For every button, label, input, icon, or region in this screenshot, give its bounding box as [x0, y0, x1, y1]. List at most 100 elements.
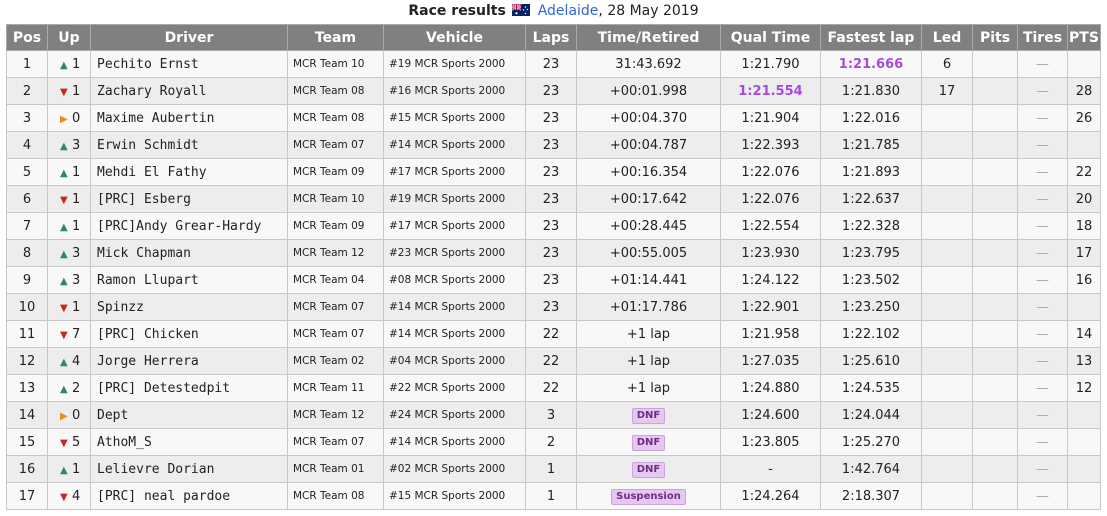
- col-header-time[interactable]: Time/Retired: [576, 24, 721, 51]
- cell-tires: —: [1017, 401, 1068, 429]
- cell-led: [921, 131, 973, 159]
- cell-laps: 1: [525, 455, 577, 483]
- col-header-pits[interactable]: Pits: [972, 24, 1018, 51]
- cell-pos: 9: [6, 266, 48, 294]
- cell-tires: —: [1017, 455, 1068, 483]
- positions-gained: 1: [72, 56, 81, 72]
- cell-laps: 3: [525, 401, 577, 429]
- col-header-qual[interactable]: Qual Time: [720, 24, 821, 51]
- cell-time: DNF: [576, 455, 721, 483]
- cell-pos: 7: [6, 212, 48, 240]
- cell-pos: 3: [6, 104, 48, 132]
- col-header-led[interactable]: Led: [921, 24, 973, 51]
- cell-laps: 23: [525, 50, 577, 78]
- positions-gained: 1: [72, 191, 81, 207]
- cell-laps: 23: [525, 239, 577, 267]
- col-header-team[interactable]: Team: [287, 24, 384, 51]
- triangle-up-icon: ▲: [60, 356, 68, 368]
- qual-time: 1:21.904: [741, 110, 800, 126]
- cell-driver: Spinzz: [90, 293, 288, 321]
- cell-up: ▼ 1: [47, 293, 91, 321]
- col-header-pos[interactable]: Pos: [6, 24, 48, 51]
- cell-fastest: 1:21.830: [820, 77, 922, 105]
- triangle-up-icon: ▲: [60, 275, 68, 287]
- positions-gained: 4: [72, 353, 81, 369]
- fastest-lap: 1:22.328: [841, 218, 901, 234]
- fastest-lap: 1:21.785: [841, 137, 901, 153]
- col-header-tires[interactable]: Tires: [1017, 24, 1068, 51]
- cell-pits: [972, 374, 1018, 402]
- cell-laps: 23: [525, 266, 577, 294]
- cell-time: DNF: [576, 401, 721, 429]
- cell-pits: [972, 185, 1018, 213]
- triangle-up-icon: ▲: [60, 59, 68, 71]
- cell-pits: [972, 455, 1018, 483]
- cell-led: [921, 374, 973, 402]
- cell-laps: 23: [525, 212, 577, 240]
- col-header-driver[interactable]: Driver: [90, 24, 288, 51]
- caption-title: Race results: [408, 3, 506, 19]
- location-link[interactable]: Adelaide: [538, 3, 599, 19]
- cell-driver: Lelievre Dorian: [90, 455, 288, 483]
- table-row: 5 ▲ 1 Mehdi El Fathy MCR Team 09 #17 MCR Spor…: [6, 158, 1101, 186]
- cell-pits: [972, 401, 1018, 429]
- cell-tires: —: [1017, 428, 1068, 456]
- cell-tires: —: [1017, 347, 1068, 375]
- triangle-down-icon: ▼: [60, 491, 68, 503]
- cell-led: [921, 266, 973, 294]
- table-row: 4 ▲ 3 Erwin Schmidt MCR Team 07 #14 MCR Sport…: [6, 131, 1101, 159]
- col-header-vehicle[interactable]: Vehicle: [383, 24, 526, 51]
- cell-qual: 1:21.790: [720, 50, 821, 78]
- cell-time: +01:14.441: [576, 266, 721, 294]
- qual-time: -: [768, 461, 773, 477]
- positions-gained: 7: [72, 326, 81, 342]
- positions-gained: 3: [72, 272, 81, 288]
- cell-pits: [972, 266, 1018, 294]
- cell-pts: 28: [1067, 77, 1101, 105]
- cell-time: +00:04.370: [576, 104, 721, 132]
- cell-pits: [972, 428, 1018, 456]
- cell-tires: —: [1017, 212, 1068, 240]
- cell-tires: —: [1017, 185, 1068, 213]
- cell-tires: —: [1017, 266, 1068, 294]
- cell-tires: —: [1017, 482, 1068, 510]
- positions-gained: 3: [72, 137, 81, 153]
- col-header-laps[interactable]: Laps: [525, 24, 577, 51]
- table-row: 17 ▼ 4 [PRC] neal pardoe MCR Team 08 #15 MCR …: [6, 482, 1101, 510]
- cell-fastest: 1:23.250: [820, 293, 922, 321]
- triangle-down-icon: ▼: [60, 194, 68, 206]
- col-header-up[interactable]: Up: [47, 24, 91, 51]
- cell-led: [921, 428, 973, 456]
- col-header-fastest[interactable]: Fastest lap: [820, 24, 922, 51]
- time-value: 31:43.692: [615, 56, 682, 72]
- cell-up: ▲ 2: [47, 374, 91, 402]
- cell-fastest: 1:25.610: [820, 347, 922, 375]
- cell-team: MCR Team 07: [287, 131, 384, 159]
- qual-time: 1:21.554: [738, 83, 803, 99]
- cell-time: 31:43.692: [576, 50, 721, 78]
- time-value: +00:16.354: [609, 164, 688, 180]
- table-row: 9 ▲ 3 Ramon Llupart MCR Team 04 #08 MCR Sport…: [6, 266, 1101, 294]
- cell-team: MCR Team 07: [287, 320, 384, 348]
- time-value: +01:17.786: [609, 299, 688, 315]
- cell-led: [921, 212, 973, 240]
- cell-pos: 17: [6, 482, 48, 510]
- cell-tires: —: [1017, 320, 1068, 348]
- cell-fastest: 1:21.666: [820, 50, 922, 78]
- status-badge: DNF: [631, 461, 666, 478]
- cell-team: MCR Team 11: [287, 374, 384, 402]
- cell-laps: 22: [525, 374, 577, 402]
- cell-time: DNF: [576, 428, 721, 456]
- fastest-lap: 1:23.250: [841, 299, 901, 315]
- qual-time: 1:24.600: [741, 407, 800, 423]
- cell-fastest: 1:24.535: [820, 374, 922, 402]
- cell-up: ▲ 3: [47, 131, 91, 159]
- cell-vehicle: #08 MCR Sports 2000: [383, 266, 526, 294]
- col-header-pts[interactable]: PTS: [1067, 24, 1101, 51]
- cell-qual: 1:24.122: [720, 266, 821, 294]
- cell-tires: —: [1017, 131, 1068, 159]
- fastest-lap: 1:23.502: [841, 272, 901, 288]
- cell-vehicle: #19 MCR Sports 2000: [383, 185, 526, 213]
- cell-laps: 23: [525, 158, 577, 186]
- qual-time: 1:22.554: [741, 218, 800, 234]
